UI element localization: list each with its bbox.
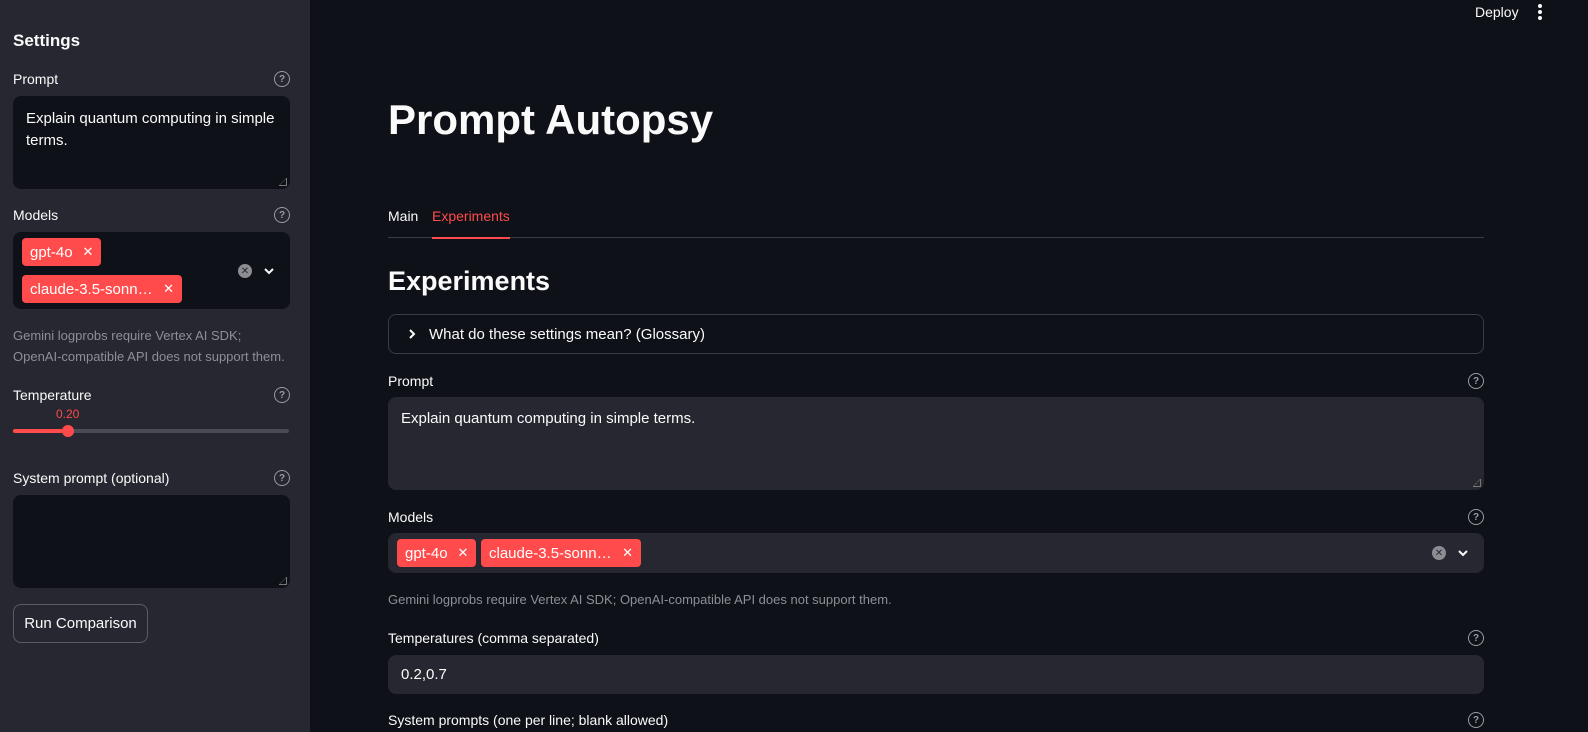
- close-icon[interactable]: ✕: [458, 545, 469, 561]
- close-icon[interactable]: ✕: [163, 281, 174, 297]
- close-icon[interactable]: ✕: [622, 545, 633, 561]
- sidebar: Settings Prompt ? Explain quantum comput…: [0, 0, 310, 732]
- sidebar-models-caption: Gemini logprobs require Vertex AI SDK; O…: [13, 328, 285, 364]
- temperature-slider[interactable]: [13, 425, 289, 437]
- main-prompt-label-row: Prompt ?: [388, 373, 1484, 389]
- main-prompt-label: Prompt: [388, 373, 434, 389]
- model-chip[interactable]: claude-3.5-sonn… ✕: [22, 275, 182, 303]
- deploy-button[interactable]: Deploy: [1475, 4, 1519, 20]
- main-models-caption: Gemini logprobs require Vertex AI SDK; O…: [388, 592, 892, 607]
- section-title: Experiments: [388, 266, 551, 296]
- tab-bar: Main Experiments: [388, 200, 1484, 239]
- sidebar-models-label-row: Models ?: [13, 207, 290, 223]
- glossary-label: What do these settings mean? (Glossary): [429, 325, 705, 343]
- chevron-down-icon[interactable]: [1456, 546, 1470, 560]
- main-temperatures-label-row: Temperatures (comma separated) ?: [388, 630, 1484, 646]
- clear-icon[interactable]: ✕: [1432, 546, 1446, 560]
- sidebar-prompt-textarea[interactable]: Explain quantum computing in simple term…: [13, 96, 290, 189]
- help-icon[interactable]: ?: [1468, 509, 1484, 525]
- sidebar-system-prompt-textarea[interactable]: [13, 495, 290, 588]
- help-icon[interactable]: ?: [274, 71, 290, 87]
- model-chip-label: claude-3.5-sonn…: [489, 544, 612, 562]
- help-icon[interactable]: ?: [1468, 712, 1484, 728]
- sidebar-title: Settings: [13, 31, 81, 50]
- sidebar-prompt-label-row: Prompt ?: [13, 71, 290, 87]
- model-chip[interactable]: gpt-4o ✕: [22, 238, 102, 266]
- sidebar-models-label: Models: [13, 207, 59, 223]
- sidebar-temperature-label-row: Temperature ?: [13, 387, 290, 403]
- temperatures-input[interactable]: 0.2,0.7: [388, 655, 1484, 694]
- help-icon[interactable]: ?: [1468, 630, 1484, 646]
- tab-experiments[interactable]: Experiments: [432, 208, 510, 239]
- model-chip-label: gpt-4o: [405, 544, 448, 562]
- sidebar-system-prompt-label: System prompt (optional): [13, 470, 170, 486]
- main-system-prompts-label-row: System prompts (one per line; blank allo…: [388, 712, 1484, 728]
- main-prompt-value: Explain quantum computing in simple term…: [401, 410, 696, 427]
- tab-main[interactable]: Main: [388, 208, 418, 224]
- sidebar-system-prompt-label-row: System prompt (optional) ?: [13, 470, 290, 486]
- main-models-label: Models: [388, 509, 434, 525]
- sidebar-temperature-label: Temperature: [13, 387, 92, 403]
- chevron-right-icon: [409, 329, 416, 339]
- page-title: Prompt Autopsy: [388, 96, 714, 143]
- sidebar-prompt-value: Explain quantum computing in simple term…: [26, 110, 275, 149]
- model-chip[interactable]: claude-3.5-sonn… ✕: [481, 539, 641, 567]
- slider-thumb[interactable]: [62, 425, 75, 437]
- temperature-value: 0.20: [56, 407, 80, 421]
- sidebar-models-multiselect[interactable]: gpt-4o ✕ claude-3.5-sonn… ✕ ✕: [13, 232, 290, 309]
- main-temperatures-label: Temperatures (comma separated): [388, 630, 599, 646]
- main-models-label-row: Models ?: [388, 509, 1484, 525]
- clear-icon[interactable]: ✕: [238, 264, 252, 278]
- model-chip-label: gpt-4o: [30, 243, 73, 261]
- model-chip-label: claude-3.5-sonn…: [30, 280, 153, 298]
- main-prompt-textarea[interactable]: Explain quantum computing in simple term…: [388, 397, 1484, 490]
- chevron-down-icon[interactable]: [262, 264, 276, 278]
- help-icon[interactable]: ?: [274, 207, 290, 223]
- main-system-prompts-label: System prompts (one per line; blank allo…: [388, 712, 669, 728]
- close-icon[interactable]: ✕: [83, 244, 94, 260]
- help-icon[interactable]: ?: [1468, 373, 1484, 389]
- main-models-multiselect[interactable]: gpt-4o ✕ claude-3.5-sonn… ✕ ✕: [388, 533, 1484, 573]
- resize-grip-icon[interactable]: [279, 178, 287, 186]
- run-comparison-button[interactable]: Run Comparison: [13, 604, 148, 643]
- glossary-expander[interactable]: What do these settings mean? (Glossary): [388, 314, 1484, 354]
- sidebar-prompt-label: Prompt: [13, 71, 59, 87]
- slider-fill: [13, 429, 69, 433]
- help-icon[interactable]: ?: [274, 387, 290, 403]
- resize-grip-icon[interactable]: [279, 577, 287, 585]
- help-icon[interactable]: ?: [274, 470, 290, 486]
- resize-grip-icon[interactable]: [1473, 479, 1481, 487]
- model-chip[interactable]: gpt-4o ✕: [397, 539, 477, 567]
- temperatures-value: 0.2,0.7: [401, 666, 447, 683]
- kebab-menu-icon[interactable]: [1537, 4, 1543, 20]
